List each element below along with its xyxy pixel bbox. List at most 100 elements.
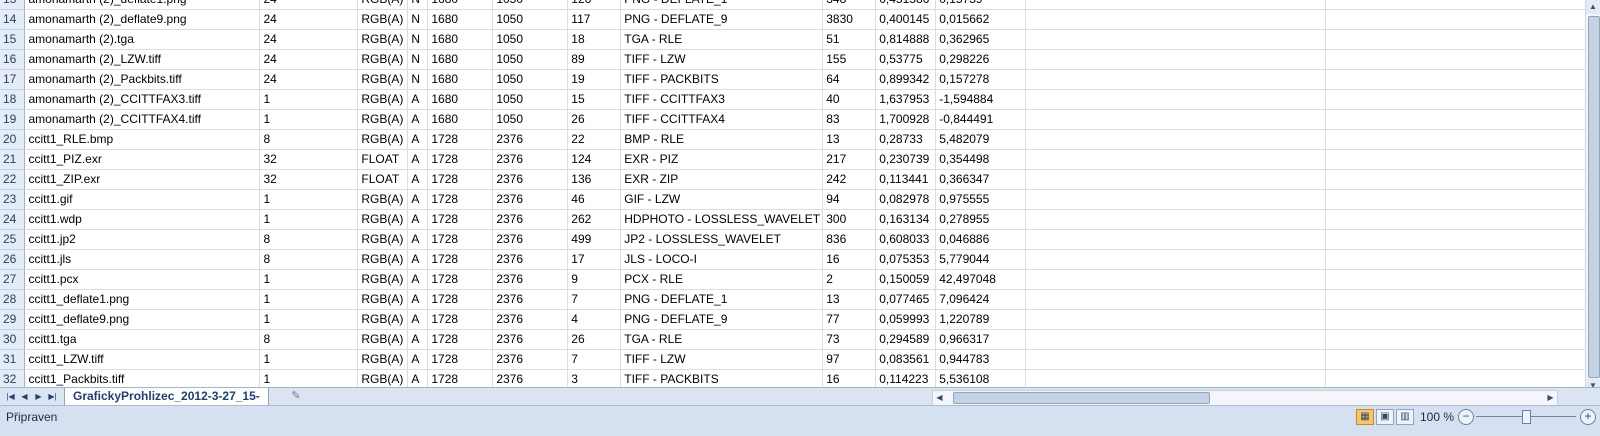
cell-bits[interactable]: 24 (259, 69, 359, 90)
cell-v1[interactable]: 3830 (822, 9, 877, 30)
row-header[interactable]: 20 (0, 129, 26, 150)
cell-h[interactable]: 1050 (492, 0, 569, 10)
cell-v3[interactable]: -0,844491 (935, 109, 1027, 130)
cell-bits[interactable]: 24 (259, 0, 359, 10)
cell-v3[interactable]: 0,966317 (935, 329, 1027, 350)
cell-name[interactable]: ccitt1_RLE.bmp (24, 129, 261, 150)
cell-v2[interactable]: 1,637953 (875, 89, 937, 110)
cell-name[interactable]: ccitt1.jp2 (24, 229, 261, 250)
cell-name[interactable]: amonamarth (2)_CCITTFAX4.tiff (24, 109, 261, 130)
cell-t[interactable]: 89 (567, 49, 622, 70)
cell-flag[interactable]: N (407, 69, 429, 90)
empty-cell[interactable] (1325, 149, 1586, 170)
empty-cell[interactable] (1325, 109, 1586, 130)
cell-t[interactable]: 18 (567, 29, 622, 50)
cell-color[interactable]: RGB(A) (357, 69, 409, 90)
cell-v1[interactable]: 2 (822, 269, 877, 290)
cell-flag[interactable]: N (407, 9, 429, 30)
cell-t[interactable]: 126 (567, 0, 622, 10)
empty-cell[interactable] (1025, 29, 1327, 50)
new-sheet-icon[interactable]: ✎ (286, 389, 306, 403)
cell-name[interactable]: ccitt1_PIZ.exr (24, 149, 261, 170)
cell-v2[interactable]: 0,451586 (875, 0, 937, 10)
cell-name[interactable]: ccitt1.gif (24, 189, 261, 210)
empty-cell[interactable] (1025, 89, 1327, 110)
cell-flag[interactable]: A (407, 249, 429, 270)
cell-codec[interactable]: TIFF - PACKBITS (620, 69, 824, 90)
cell-name[interactable]: ccitt1.pcx (24, 269, 261, 290)
cell-flag[interactable]: N (407, 0, 429, 10)
cell-codec[interactable]: TGA - RLE (620, 29, 824, 50)
cell-bits[interactable]: 1 (259, 289, 359, 310)
next-sheet-icon[interactable]: ▶ (32, 390, 45, 403)
cell-w[interactable]: 1728 (427, 149, 494, 170)
scroll-up-arrow-icon[interactable]: ▲ (1586, 0, 1600, 14)
cell-codec[interactable]: TIFF - CCITTFAX3 (620, 89, 824, 110)
cell-color[interactable]: RGB(A) (357, 49, 409, 70)
cell-t[interactable]: 136 (567, 169, 622, 190)
cell-name[interactable]: amonamarth (2)_LZW.tiff (24, 49, 261, 70)
cell-color[interactable]: RGB(A) (357, 129, 409, 150)
cell-flag[interactable]: N (407, 29, 429, 50)
empty-cell[interactable] (1325, 289, 1586, 310)
cell-t[interactable]: 46 (567, 189, 622, 210)
cell-flag[interactable]: A (407, 129, 429, 150)
cell-v3[interactable]: 0,975555 (935, 189, 1027, 210)
empty-cell[interactable] (1025, 0, 1327, 10)
row-header[interactable]: 17 (0, 69, 26, 90)
cell-t[interactable]: 4 (567, 309, 622, 330)
empty-cell[interactable] (1325, 69, 1586, 90)
row-header[interactable]: 22 (0, 169, 26, 190)
empty-cell[interactable] (1325, 49, 1586, 70)
row-header[interactable]: 25 (0, 229, 26, 250)
cell-v1[interactable]: 94 (822, 189, 877, 210)
cell-w[interactable]: 1728 (427, 169, 494, 190)
empty-cell[interactable] (1025, 9, 1327, 30)
cell-t[interactable]: 15 (567, 89, 622, 110)
cell-color[interactable]: RGB(A) (357, 329, 409, 350)
cell-h[interactable]: 2376 (492, 309, 569, 330)
empty-cell[interactable] (1025, 329, 1327, 350)
cell-v3[interactable]: 0,944783 (935, 349, 1027, 370)
cell-v1[interactable]: 348 (822, 0, 877, 10)
row-header[interactable]: 21 (0, 149, 26, 170)
empty-cell[interactable] (1025, 169, 1327, 190)
cell-codec[interactable]: PNG - DEFLATE_9 (620, 9, 824, 30)
empty-cell[interactable] (1025, 49, 1327, 70)
horizontal-scrollbar[interactable]: ◀ ▶ (932, 390, 1558, 406)
cell-v1[interactable]: 77 (822, 309, 877, 330)
cell-v3[interactable]: 0,015662 (935, 9, 1027, 30)
empty-cell[interactable] (1325, 29, 1586, 50)
vertical-scrollbar[interactable]: ▲ ▼ (1585, 0, 1600, 393)
row-header[interactable]: 30 (0, 329, 26, 350)
cell-v3[interactable]: 0,046886 (935, 229, 1027, 250)
cell-v3[interactable]: 5,779044 (935, 249, 1027, 270)
empty-cell[interactable] (1325, 189, 1586, 210)
row-header[interactable]: 28 (0, 289, 26, 310)
empty-cell[interactable] (1325, 229, 1586, 250)
cell-t[interactable]: 124 (567, 149, 622, 170)
cell-v2[interactable]: 0,814888 (875, 29, 937, 50)
cell-color[interactable]: FLOAT (357, 169, 409, 190)
cell-t[interactable]: 7 (567, 289, 622, 310)
cell-w[interactable]: 1680 (427, 69, 494, 90)
worksheet-grid[interactable]: 13amonamarth (2)_deflate1.png24RGB(A)N16… (0, 0, 1586, 393)
cell-w[interactable]: 1680 (427, 49, 494, 70)
zoom-level[interactable]: 100 % (1420, 410, 1454, 424)
cell-flag[interactable]: A (407, 89, 429, 110)
cell-color[interactable]: RGB(A) (357, 229, 409, 250)
scroll-left-arrow-icon[interactable]: ◀ (933, 391, 946, 405)
cell-v2[interactable]: 1,700928 (875, 109, 937, 130)
empty-cell[interactable] (1025, 109, 1327, 130)
cell-bits[interactable]: 1 (259, 309, 359, 330)
cell-v2[interactable]: 0,150059 (875, 269, 937, 290)
cell-t[interactable]: 19 (567, 69, 622, 90)
cell-v2[interactable]: 0,230739 (875, 149, 937, 170)
cell-v3[interactable]: 1,220789 (935, 309, 1027, 330)
cell-v1[interactable]: 40 (822, 89, 877, 110)
cell-codec[interactable]: JLS - LOCO-I (620, 249, 824, 270)
empty-cell[interactable] (1025, 269, 1327, 290)
cell-w[interactable]: 1680 (427, 0, 494, 10)
cell-color[interactable]: RGB(A) (357, 289, 409, 310)
empty-cell[interactable] (1025, 289, 1327, 310)
